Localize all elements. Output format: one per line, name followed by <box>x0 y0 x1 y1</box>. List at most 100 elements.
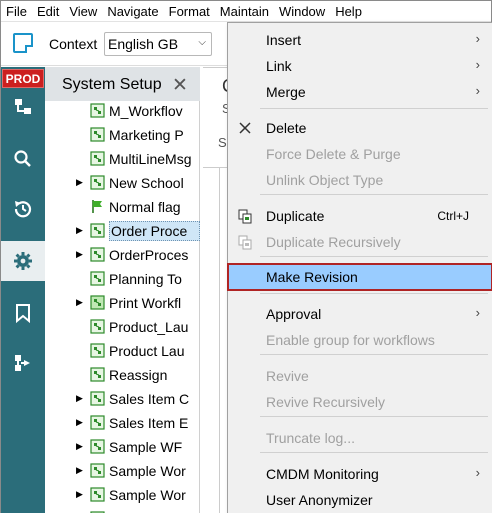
context-label: Context <box>49 36 98 52</box>
context-value: English GB <box>108 36 179 52</box>
menu-item-make-revision[interactable]: Make Revision <box>227 263 492 291</box>
expand-arrow-icon[interactable]: ▶ <box>76 441 83 452</box>
tree-item[interactable]: ▶ New School <box>45 171 200 195</box>
menu-maintain[interactable]: Maintain <box>215 1 274 22</box>
workflow-node-icon <box>90 439 105 454</box>
tree-view: M_Workflov Marketing P MultiLineMsg ▶ New Sc… <box>45 101 200 513</box>
bookmark-icon[interactable] <box>1 293 45 333</box>
workflow-node-icon <box>90 295 105 310</box>
tree-item[interactable]: Normal flag <box>45 195 200 219</box>
menu-item-insert[interactable]: Insert › <box>228 27 492 53</box>
expand-arrow-icon[interactable]: ▶ <box>76 417 83 428</box>
menu-item-revive: Revive <box>228 363 492 389</box>
expand-arrow-icon[interactable]: ▶ <box>76 177 83 188</box>
tree-item-label: Product_Lau <box>109 319 189 335</box>
tree-item-label: Sample Wor <box>109 463 186 479</box>
workflow-node-icon <box>90 343 105 358</box>
submenu-arrow-icon: › <box>475 465 480 480</box>
menu-item-merge[interactable]: Merge › <box>228 79 492 105</box>
window-icon[interactable] <box>13 33 33 53</box>
search-icon[interactable] <box>1 139 45 179</box>
submenu-arrow-icon: › <box>475 83 480 98</box>
tree-item[interactable]: Product Lau <box>45 339 200 363</box>
tree-item[interactable]: M_Workflov <box>45 101 200 123</box>
tree-item-label: Sample Wor <box>109 487 186 503</box>
workflow-node-icon <box>90 367 105 382</box>
tree-item-label: New School <box>109 175 184 191</box>
close-icon[interactable]: ✕ <box>172 74 188 97</box>
menu-item-label: Make Revision <box>266 269 358 285</box>
menu-item-delete[interactable]: Delete <box>228 115 492 141</box>
expand-arrow-icon[interactable]: ▶ <box>76 465 83 476</box>
tree-item[interactable]: ▶ OrderProces <box>45 243 200 267</box>
tree-item[interactable]: ▶ Sample Wor <box>45 483 200 507</box>
tree-item-label: Normal flag <box>109 199 181 215</box>
tree-item[interactable]: ▶Simple Ex <box>45 507 200 513</box>
menu-item-approval[interactable]: Approval › <box>228 301 492 327</box>
expand-arrow-icon[interactable]: ▶ <box>76 489 83 500</box>
tree-item[interactable]: ▶ Sample Wor <box>45 459 200 483</box>
tree-item[interactable]: ▶ Print Workfl <box>45 291 200 315</box>
tree-item[interactable]: ▶ Order Proce <box>45 219 200 243</box>
tree-item-label: M_Workflov <box>109 103 183 119</box>
tree-item[interactable]: Marketing P <box>45 123 200 147</box>
gear-icon[interactable] <box>1 241 45 281</box>
menu-separator <box>260 354 488 355</box>
tree-item-label: Sales Item C <box>109 391 190 407</box>
expand-arrow-icon[interactable]: ▶ <box>76 249 83 260</box>
tree-item[interactable]: Product_Lau <box>45 315 200 339</box>
workflow-node-icon <box>90 463 105 478</box>
menu-item-label: Approval <box>266 306 322 322</box>
menu-item-enable-group-for-workflows: Enable group for workflows <box>228 327 492 353</box>
tree-item-label: OrderProces <box>109 247 189 263</box>
menu-navigate[interactable]: Navigate <box>102 1 163 22</box>
tree-item[interactable]: MultiLineMsg <box>45 147 200 171</box>
expand-arrow-icon[interactable]: ▶ <box>76 225 83 236</box>
history-icon[interactable] <box>1 189 45 229</box>
menu-item-duplicate-recursively: Duplicate Recursively <box>228 229 492 255</box>
menu-help[interactable]: Help <box>330 1 367 22</box>
workflow-icon[interactable] <box>1 343 45 383</box>
menu-item-user-anonymizer[interactable]: User Anonymizer <box>228 487 492 513</box>
menu-item-label: Truncate log... <box>266 430 355 446</box>
menu-item-cmdm-monitoring[interactable]: CMDM Monitoring › <box>228 461 492 487</box>
menu-format[interactable]: Format <box>164 1 215 22</box>
tree-item-label: MultiLineMsg <box>109 151 192 167</box>
expand-arrow-icon[interactable]: ▶ <box>76 393 83 404</box>
menu-item-label: Delete <box>266 120 307 136</box>
workflow-node-icon <box>90 175 105 190</box>
tree-item[interactable]: Reassign <box>45 363 200 387</box>
tree-item[interactable]: Planning To <box>45 267 200 291</box>
menu-edit[interactable]: Edit <box>32 1 64 22</box>
menu-bar: File Edit View Navigate Format Maintain … <box>1 1 491 22</box>
tree-item[interactable]: ▶ Sample WF <box>45 435 200 459</box>
menu-item-duplicate[interactable]: Duplicate Ctrl+J <box>228 203 492 229</box>
tree-item[interactable]: ▶ Sales Item C <box>45 387 200 411</box>
menu-window[interactable]: Window <box>274 1 330 22</box>
menu-item-label: Duplicate Recursively <box>266 234 401 250</box>
submenu-arrow-icon: › <box>475 305 480 320</box>
workflow-node-icon <box>90 487 105 502</box>
menu-item-label: Insert <box>266 32 302 48</box>
panel-title: System Setup <box>62 76 162 93</box>
context-menu: Insert › Link › Merge › Delete Force Delete & P… <box>227 22 492 513</box>
tree-item[interactable]: ▶ Sales Item E <box>45 411 200 435</box>
editor-tab-fragment[interactable]: S <box>218 135 227 150</box>
menu-item-revive-recursively: Revive Recursively <box>228 389 492 415</box>
left-nav-rail: PROD <box>1 67 45 513</box>
menu-separator <box>260 194 488 195</box>
context-select[interactable]: English GB ⌵ <box>104 32 212 56</box>
workflow-node-icon <box>90 391 105 406</box>
flag-icon <box>90 199 105 214</box>
tree-item-label: Sales Item E <box>109 415 189 431</box>
duplicate-icon <box>237 208 253 224</box>
submenu-arrow-icon: › <box>475 57 480 72</box>
expand-arrow-icon[interactable]: ▶ <box>76 297 83 308</box>
menu-item-link[interactable]: Link › <box>228 53 492 79</box>
menu-view[interactable]: View <box>64 1 102 22</box>
workflow-node-icon <box>90 271 105 286</box>
hierarchy-icon[interactable] <box>1 87 45 127</box>
workflow-node-icon <box>90 247 105 262</box>
workflow-node-icon <box>90 223 105 238</box>
menu-file[interactable]: File <box>1 1 32 22</box>
